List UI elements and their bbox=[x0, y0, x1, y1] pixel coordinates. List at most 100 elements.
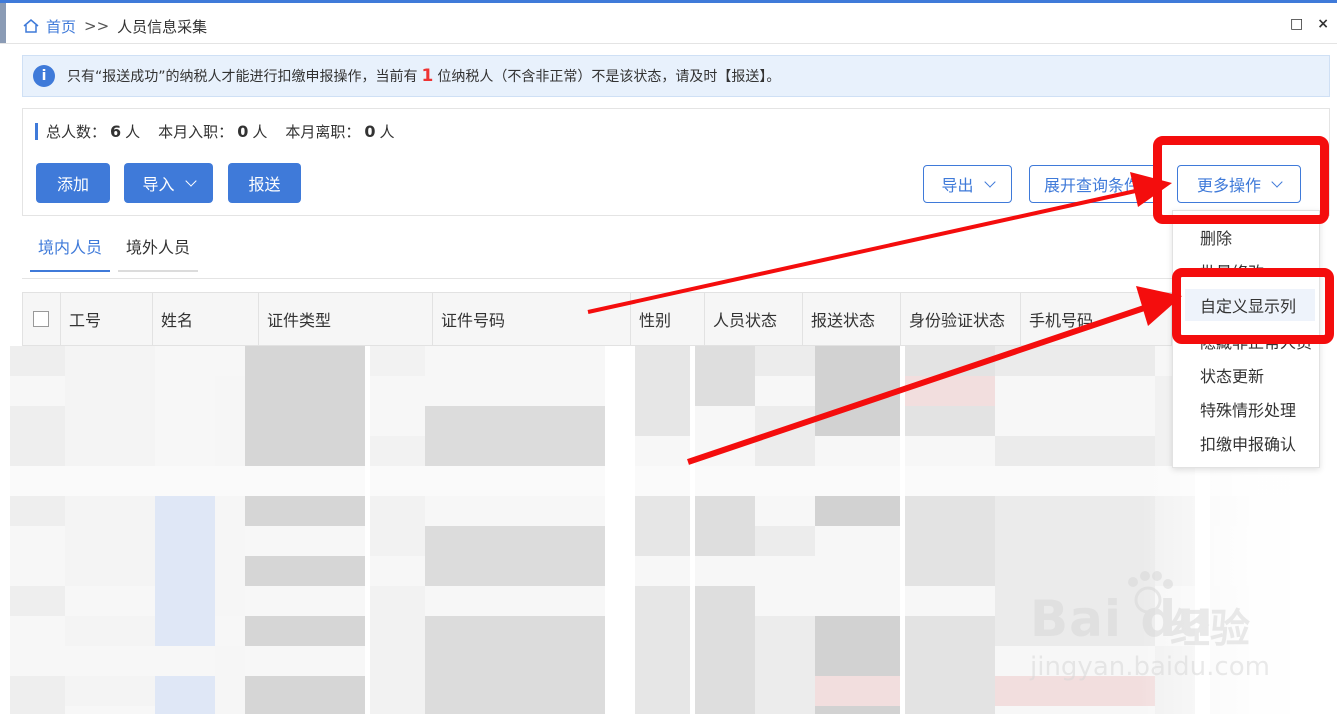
mosaic-block bbox=[215, 496, 245, 526]
mosaic-block bbox=[425, 646, 605, 676]
mosaic-block bbox=[215, 646, 245, 676]
mosaic-block bbox=[10, 346, 65, 376]
col-header-id-type[interactable]: 证件类型 bbox=[259, 293, 433, 345]
stat-left-unit: 人 bbox=[379, 123, 395, 141]
mosaic-block bbox=[755, 556, 815, 586]
mosaic-block bbox=[425, 706, 605, 714]
tab-domestic[interactable]: 境内人员 bbox=[30, 232, 111, 272]
stat-total: 总人数： 6 人 bbox=[46, 121, 140, 142]
mosaic-block bbox=[155, 616, 215, 646]
col-header-phone[interactable]: 手机号码 bbox=[1021, 293, 1161, 345]
col-header-gender[interactable]: 性别 bbox=[631, 293, 705, 345]
mosaic-block bbox=[245, 346, 365, 376]
mosaic-block bbox=[65, 646, 155, 676]
mosaic-block bbox=[245, 706, 365, 714]
mosaic-block bbox=[425, 466, 605, 496]
menu-item-delete[interactable]: 删除 bbox=[1200, 225, 1232, 249]
mosaic-block bbox=[695, 616, 755, 646]
expand-query-button[interactable]: 展开查询条件 bbox=[1029, 165, 1157, 203]
mosaic-block bbox=[995, 436, 1155, 466]
notice-text-before: 只有“报送成功”的纳税人才能进行扣缴申报操作，当前有 bbox=[67, 69, 418, 85]
mosaic-block bbox=[10, 646, 65, 676]
mosaic-block bbox=[425, 376, 605, 406]
mosaic-block bbox=[10, 706, 65, 714]
col-header-verify-status[interactable]: 身份验证状态 bbox=[901, 293, 1021, 345]
mosaic-block bbox=[10, 406, 65, 436]
select-all-cell bbox=[23, 293, 61, 345]
mosaic-block bbox=[370, 556, 425, 586]
mosaic-block bbox=[995, 376, 1155, 406]
mosaic-block bbox=[65, 436, 155, 466]
mosaic-block bbox=[65, 376, 155, 406]
mosaic-block bbox=[635, 346, 690, 376]
add-button[interactable]: 添加 bbox=[36, 163, 110, 203]
stat-hired: 本月入职： 0 人 bbox=[158, 121, 267, 142]
mosaic-block bbox=[65, 406, 155, 436]
mosaic-block bbox=[905, 676, 995, 706]
menu-item-custom-columns[interactable]: 自定义显示列 bbox=[1185, 289, 1315, 321]
maximize-button[interactable]: □ bbox=[1290, 16, 1303, 32]
mosaic-block bbox=[155, 466, 215, 496]
watermark-url: jingyan.baidu.com bbox=[1030, 652, 1270, 682]
mosaic-block bbox=[905, 406, 995, 436]
mosaic-block bbox=[635, 556, 690, 586]
mosaic-block bbox=[815, 376, 900, 406]
menu-item-special-case[interactable]: 特殊情形处理 bbox=[1200, 397, 1296, 421]
mosaic-block bbox=[245, 586, 365, 616]
mosaic-block bbox=[905, 646, 995, 676]
mosaic-block bbox=[215, 616, 245, 646]
mosaic-block bbox=[215, 346, 245, 376]
mosaic-block bbox=[155, 406, 215, 436]
mosaic-block bbox=[425, 616, 605, 646]
mosaic-block bbox=[215, 466, 245, 496]
mosaic-block bbox=[995, 346, 1155, 376]
mosaic-block bbox=[755, 406, 815, 436]
menu-item-withholding-confirm[interactable]: 扣缴申报确认 bbox=[1200, 431, 1296, 455]
baidu-watermark: Bai du 经验 jingyan.baidu.com bbox=[1030, 570, 1290, 690]
select-all-checkbox[interactable] bbox=[33, 311, 49, 327]
mosaic-block bbox=[155, 346, 215, 376]
menu-item-batch-edit[interactable]: 批量修改 bbox=[1200, 259, 1264, 273]
export-button[interactable]: 导出 bbox=[923, 165, 1012, 203]
mosaic-block bbox=[635, 496, 690, 526]
col-header-person-status[interactable]: 人员状态 bbox=[705, 293, 803, 345]
table-header: 工号 姓名 证件类型 证件号码 性别 人员状态 报送状态 身份验证状态 手机号码 bbox=[22, 292, 1172, 346]
stat-total-label: 总人数： bbox=[46, 123, 107, 141]
stat-total-value: 6 bbox=[110, 122, 122, 141]
tab-overseas[interactable]: 境外人员 bbox=[118, 232, 199, 272]
mosaic-block bbox=[155, 706, 215, 714]
mosaic-block bbox=[755, 586, 815, 616]
mosaic-block bbox=[905, 586, 995, 616]
home-icon[interactable] bbox=[22, 18, 40, 34]
mosaic-block bbox=[635, 466, 690, 496]
import-button[interactable]: 导入 bbox=[124, 163, 213, 203]
col-header-name[interactable]: 姓名 bbox=[153, 293, 259, 345]
mosaic-block bbox=[370, 466, 425, 496]
mosaic-block bbox=[425, 556, 605, 586]
col-header-id-number[interactable]: 证件号码 bbox=[433, 293, 631, 345]
stat-left-label: 本月离职： bbox=[285, 123, 361, 141]
submit-button[interactable]: 报送 bbox=[228, 163, 301, 203]
header-divider bbox=[0, 43, 1337, 44]
close-button[interactable]: × bbox=[1317, 16, 1329, 32]
person-tabs: 境内人员 境外人员 bbox=[30, 232, 199, 272]
mosaic-block bbox=[65, 556, 155, 586]
mosaic-block bbox=[370, 406, 425, 436]
breadcrumb-current: 人员信息采集 bbox=[117, 17, 208, 36]
mosaic-block bbox=[695, 586, 755, 616]
mosaic-block bbox=[370, 496, 425, 526]
menu-item-status-update[interactable]: 状态更新 bbox=[1200, 363, 1264, 387]
mosaic-block bbox=[755, 496, 815, 526]
menu-item-hide-abnormal[interactable]: 隐藏非正常人员 bbox=[1200, 339, 1312, 353]
mosaic-block bbox=[425, 346, 605, 376]
col-header-id[interactable]: 工号 bbox=[61, 293, 153, 345]
mosaic-block bbox=[905, 376, 995, 406]
col-header-submit-status[interactable]: 报送状态 bbox=[803, 293, 901, 345]
mosaic-block bbox=[815, 436, 900, 466]
mosaic-block bbox=[815, 406, 900, 436]
window-controls: □ × bbox=[1290, 16, 1329, 32]
mosaic-block bbox=[65, 466, 155, 496]
breadcrumb-home-link[interactable]: 首页 bbox=[46, 16, 76, 37]
chevron-down-icon bbox=[1271, 175, 1283, 188]
more-operations-button[interactable]: 更多操作 bbox=[1177, 165, 1301, 203]
